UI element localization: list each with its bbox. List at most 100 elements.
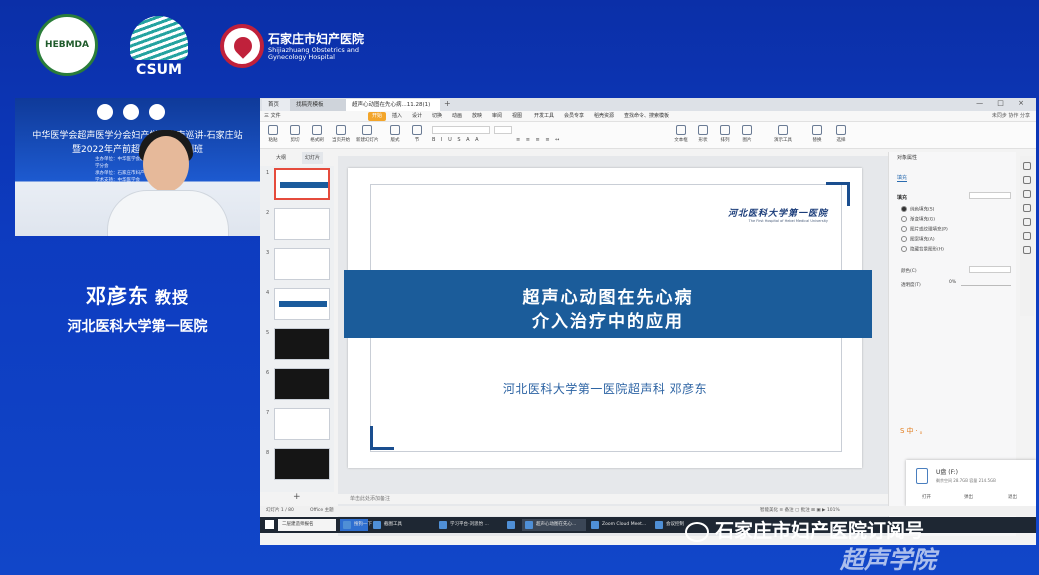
menu-start[interactable]: 开始	[368, 112, 387, 121]
textbox-button[interactable]: 文本框	[670, 125, 692, 143]
taskbar-item-screenshot[interactable]: 截图工具	[370, 519, 426, 531]
menu-member[interactable]: 会员专享	[564, 112, 584, 121]
paste-button[interactable]: 粘贴	[262, 125, 284, 143]
shape-button[interactable]: 形状	[692, 125, 714, 143]
presentation-tools-button[interactable]: 演示工具	[772, 125, 794, 143]
layout-button[interactable]: 版式	[384, 125, 406, 143]
taskbar-item-presentation[interactable]: 超声心动图在先心...	[522, 519, 586, 531]
settings-icon[interactable]	[1023, 246, 1031, 254]
slide-thumbnail[interactable]	[274, 448, 330, 480]
tab-document[interactable]: 超声心动图在先心病...11.28(1)	[346, 99, 440, 111]
shape-icon	[698, 125, 708, 135]
brush-icon	[312, 125, 322, 135]
taskbar-item-zoom[interactable]: Zoom Cloud Meet...	[588, 519, 650, 531]
notes-placeholder[interactable]: 单击此处添加备注	[338, 494, 888, 504]
properties-tab-fill[interactable]: 填充	[897, 174, 908, 182]
start-from-current-button[interactable]: 当页开始	[330, 125, 352, 143]
paragraph-format-row[interactable]: ≡ ≡ ≡ ≡ ↔	[516, 137, 561, 145]
thumb-number: 6	[266, 370, 270, 376]
windows-start-icon[interactable]	[265, 520, 274, 529]
font-name-select[interactable]	[432, 126, 490, 134]
menu-docer[interactable]: 稻壳资源	[594, 112, 614, 121]
presenter-face	[143, 136, 189, 192]
window-controls[interactable]: — □ ×	[976, 99, 1030, 107]
slide-thumbnail[interactable]	[274, 248, 330, 280]
usb-eject-button[interactable]: 弹出	[964, 494, 973, 500]
menu-developer[interactable]: 开发工具	[534, 112, 554, 121]
fill-option-solid[interactable]: 纯色填充(S)	[901, 206, 934, 213]
menu-view[interactable]: 视图	[512, 112, 522, 121]
tab-template[interactable]: 找稿壳模板	[290, 99, 346, 111]
picture-button[interactable]: 图片	[736, 125, 758, 143]
replace-button[interactable]: 替换	[806, 125, 828, 143]
tab-slides[interactable]: 幻灯片	[302, 152, 324, 164]
csum-logo: CSUM	[122, 14, 196, 82]
slide-thumbnail[interactable]	[274, 168, 330, 200]
image-icon[interactable]	[1023, 232, 1031, 240]
animation-icon[interactable]	[1023, 176, 1031, 184]
format-painter-label: 格式刷	[310, 138, 324, 143]
textbox-icon	[676, 125, 686, 135]
usb-exit-button[interactable]: 退出	[1008, 494, 1017, 500]
video-mini-logos	[97, 104, 207, 122]
slide-thumbnail[interactable]	[274, 368, 330, 400]
menu-animation[interactable]: 动画	[452, 112, 462, 121]
menu-design[interactable]: 设计	[412, 112, 422, 121]
taskbar-search[interactable]: 二层建造师报名	[278, 519, 336, 531]
status-right-controls[interactable]: 智能美化 ≡ 备注 ▢ 批注 ⊞ ▣ ▶ 101%	[760, 506, 840, 516]
menu-file[interactable]: 三 文件	[264, 112, 281, 121]
right-side-toolbar	[1020, 156, 1034, 316]
menu-review[interactable]: 审阅	[492, 112, 502, 121]
properties-panel-title: 对象属性	[897, 155, 918, 161]
thumb-number: 5	[266, 330, 270, 336]
thumb-title-bar	[280, 182, 328, 188]
tab-outline[interactable]: 大纲	[276, 152, 286, 164]
tab-home[interactable]: 首页	[262, 99, 290, 111]
fill-option-pattern[interactable]: 图案填充(A)	[901, 236, 935, 243]
properties-icon[interactable]	[1023, 162, 1031, 170]
csum-logo-text: CSUM	[136, 62, 182, 78]
menu-insert[interactable]: 插入	[392, 112, 402, 121]
usb-open-button[interactable]: 打开	[922, 494, 931, 500]
new-tab-button[interactable]: +	[444, 99, 451, 109]
section-button[interactable]: 节	[406, 125, 428, 143]
sjz-hospital-name-cn: 石家庄市妇产医院	[268, 32, 365, 46]
cut-button[interactable]: 剪切	[284, 125, 306, 143]
new-slide-button[interactable]: 新建幻灯片	[356, 125, 379, 143]
menu-slideshow[interactable]: 放映	[472, 112, 482, 121]
add-slide-button[interactable]: +	[293, 492, 301, 502]
fill-section-header[interactable]: 填充	[897, 194, 907, 201]
taskbar-item-search[interactable]: 搜狗一下	[340, 519, 372, 531]
layout-panel-icon[interactable]	[1023, 204, 1031, 212]
text-format-row[interactable]: B I U S A A	[432, 137, 481, 145]
taskbar-item-folder[interactable]	[504, 519, 520, 531]
transparency-slider[interactable]	[961, 285, 1011, 286]
wechat-icon	[685, 521, 709, 542]
taskbar-item-learning[interactable]: 学习平台-刘思怡 ...	[436, 519, 502, 531]
copy-icon[interactable]	[1023, 190, 1031, 198]
location-icon[interactable]	[1023, 218, 1031, 226]
arrange-button[interactable]: 排列	[714, 125, 736, 143]
slide-thumbnail[interactable]	[274, 208, 330, 240]
color-select[interactable]	[969, 266, 1011, 273]
thumb-number: 7	[266, 410, 270, 416]
fill-option-hide-bg[interactable]: 隐藏背景图形(H)	[901, 246, 944, 253]
slide-thumbnail[interactable]	[274, 288, 330, 320]
current-slide[interactable]: 河北医科大学第一医院 The First Hospital of Hebei M…	[344, 168, 872, 468]
format-painter-button[interactable]: 格式刷	[306, 125, 328, 143]
fill-option-gradient[interactable]: 渐变填充(G)	[901, 216, 935, 223]
ime-toolbar[interactable]: S中·。	[900, 426, 929, 436]
slide-thumbnails: 1 2 3 4 5 6 7 8	[260, 166, 334, 492]
command-search[interactable]: 查找命令、搜索模板	[624, 112, 669, 121]
slide-thumbnail[interactable]	[274, 328, 330, 360]
menu-right-actions[interactable]: 未同步 协作 分享	[992, 112, 1030, 121]
select-button[interactable]: 选择	[830, 125, 852, 143]
section-label: 节	[414, 138, 420, 143]
menu-transition[interactable]: 切换	[432, 112, 442, 121]
font-size-select[interactable]	[494, 126, 512, 134]
fill-option-picture[interactable]: 图片或纹理填充(P)	[901, 226, 948, 233]
fill-type-select[interactable]	[969, 192, 1011, 199]
select-label: 选择	[836, 138, 846, 143]
slide-hospital-logo: 河北医科大学第一医院 The First Hospital of Hebei M…	[718, 206, 828, 223]
slide-thumbnail[interactable]	[274, 408, 330, 440]
